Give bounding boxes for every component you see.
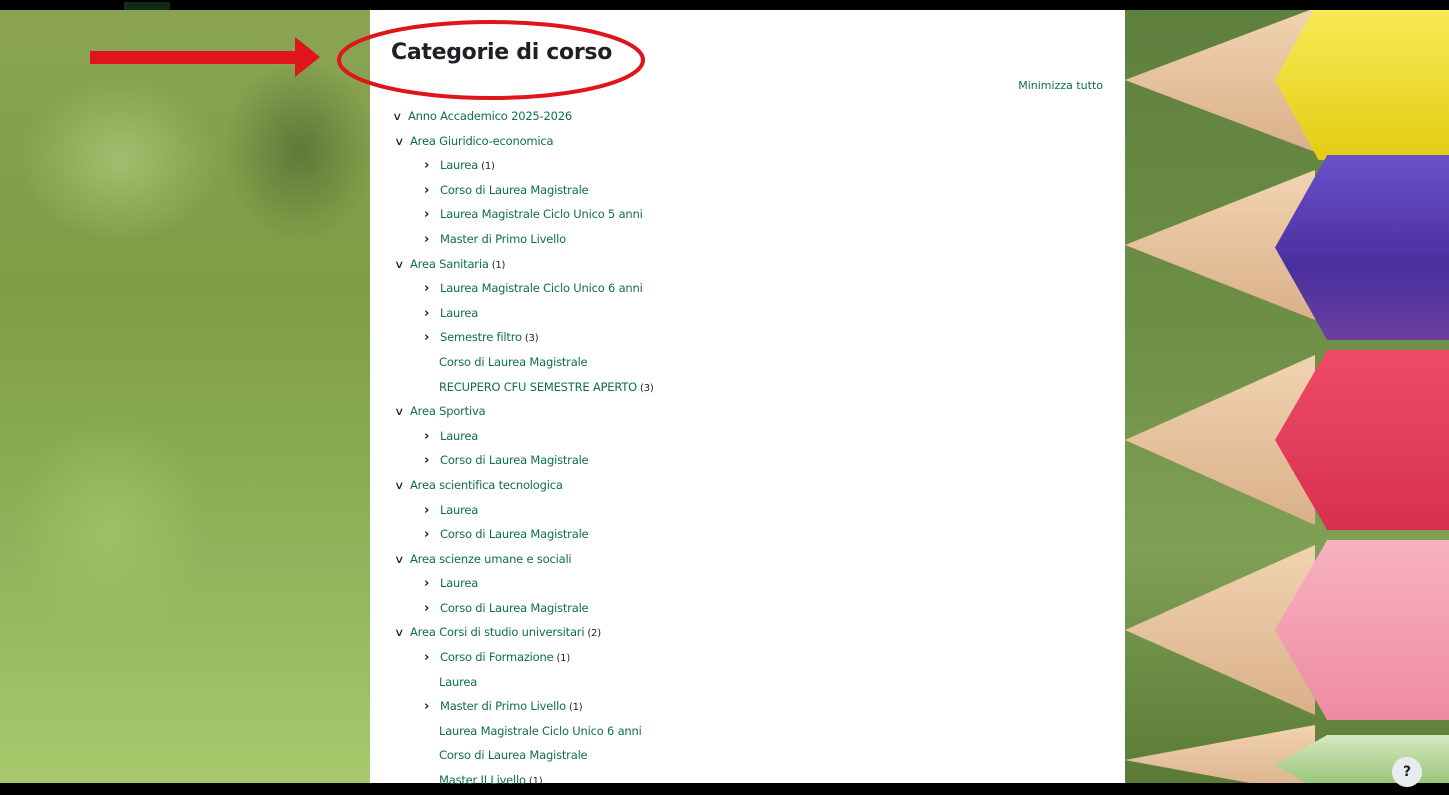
tree-row: ∨ Area Sportiva xyxy=(394,399,1094,424)
tree-row: › Corso di Formazione (1) xyxy=(394,645,1094,670)
category-link[interactable]: Corso di Laurea Magistrale xyxy=(439,748,588,762)
category-link[interactable]: Laurea xyxy=(440,306,478,320)
category-link[interactable]: Area scienze umane e sociali xyxy=(410,552,572,566)
category-link[interactable]: Laurea Magistrale Ciclo Unico 6 anni xyxy=(440,281,643,295)
chevron-right-icon[interactable]: › xyxy=(424,499,437,524)
category-link[interactable]: Area Giuridico-economica xyxy=(410,134,554,148)
chevron-right-icon[interactable]: › xyxy=(424,154,437,179)
category-link[interactable]: Laurea xyxy=(440,429,478,443)
course-count: (3) xyxy=(640,382,654,394)
chevron-right-icon[interactable]: › xyxy=(424,277,437,302)
category-link[interactable]: Master di Primo Livello xyxy=(440,699,566,713)
chevron-right-icon[interactable]: › xyxy=(424,523,437,548)
chevron-right-icon[interactable]: › xyxy=(424,203,437,228)
tree-row: › Master di Primo Livello (1) xyxy=(394,694,1094,719)
category-link[interactable]: Corso di Laurea Magistrale xyxy=(440,183,589,197)
tree-row: ∨ Area Corsi di studio universitari (2) xyxy=(394,620,1094,645)
annotation-arrow xyxy=(90,37,320,77)
tree-row: › Master di Primo Livello xyxy=(394,227,1094,252)
chevron-down-icon[interactable]: ∨ xyxy=(394,400,411,425)
chevron-right-icon[interactable]: › xyxy=(424,597,437,622)
background-image-left xyxy=(0,10,370,783)
chevron-right-icon[interactable]: › xyxy=(424,572,437,597)
chevron-down-icon[interactable]: ∨ xyxy=(394,474,411,499)
tree-row: › Corso di Laurea Magistrale xyxy=(394,448,1094,473)
tree-row: › Laurea Magistrale Ciclo Unico 5 anni xyxy=(394,202,1094,227)
tree-row: › Semestre filtro (3) xyxy=(394,325,1094,350)
collapse-all-link[interactable]: Minimizza tutto xyxy=(1018,79,1103,92)
tree-row: ∨ Area Giuridico-economica xyxy=(394,129,1094,154)
tree-row: ∨ Anno Accademico 2025-2026 xyxy=(392,104,1094,130)
course-count: (2) xyxy=(587,628,601,640)
category-link[interactable]: Laurea Magistrale Ciclo Unico 6 anni xyxy=(439,724,642,738)
tree-row: Corso di Laurea Magistrale xyxy=(394,350,1094,375)
course-count: (1) xyxy=(491,259,506,271)
chevron-down-icon[interactable]: ∨ xyxy=(394,548,411,573)
chevron-right-icon[interactable]: › xyxy=(424,179,437,204)
category-link[interactable]: Corso di Laurea Magistrale xyxy=(440,453,589,467)
tree-row: › Laurea xyxy=(394,571,1094,596)
pencil-yellow xyxy=(1125,10,1449,160)
chevron-down-icon[interactable]: ∨ xyxy=(392,105,409,130)
category-link[interactable]: Master II Livello xyxy=(439,773,526,787)
category-link[interactable]: Area scientifica tecnologica xyxy=(410,478,563,492)
course-count: (1) xyxy=(481,161,495,173)
background-image-right xyxy=(1125,10,1449,783)
tree-row: Laurea xyxy=(394,670,1094,695)
tree-row: › Laurea Magistrale Ciclo Unico 6 anni xyxy=(394,276,1094,301)
pencil-red xyxy=(1125,345,1449,535)
tree-row: Corso di Laurea Magistrale xyxy=(394,743,1094,768)
tree-row: RECUPERO CFU SEMESTRE APERTO (3) xyxy=(394,375,1094,400)
tree-row: Laurea Magistrale Ciclo Unico 6 anni xyxy=(394,719,1094,744)
category-link[interactable]: Area Corsi di studio universitari xyxy=(410,625,585,639)
tree-row: ∨ Area scienze umane e sociali xyxy=(394,547,1094,572)
category-link[interactable]: Area Sportiva xyxy=(410,404,486,418)
category-link[interactable]: Anno Accademico 2025-2026 xyxy=(408,109,572,123)
tree-row: › Corso di Laurea Magistrale xyxy=(394,178,1094,203)
top-bar xyxy=(0,0,1449,10)
tree-row: ∨ Area scientifica tecnologica xyxy=(394,473,1094,498)
tree-row: Master II Livello (1) xyxy=(394,768,1094,793)
main-panel: Categorie di corso Minimizza tutto ∨ Anno… xyxy=(370,10,1125,787)
course-count: (1) xyxy=(556,653,571,665)
tree-row: › Corso di Laurea Magistrale xyxy=(394,596,1094,621)
pencil-purple xyxy=(1125,150,1449,345)
tree-row: › Laurea xyxy=(394,498,1094,523)
category-tree: ∨ Anno Accademico 2025-2026 ∨ Area Giuridic… xyxy=(392,104,1094,793)
tree-row: › Laurea xyxy=(394,424,1094,449)
category-link[interactable]: Laurea xyxy=(439,675,477,689)
tree-row: › Corso di Laurea Magistrale xyxy=(394,522,1094,547)
category-link[interactable]: Corso di Formazione xyxy=(440,650,554,664)
top-bar-chip xyxy=(124,2,170,10)
category-link[interactable]: Master di Primo Livello xyxy=(440,232,566,246)
category-link[interactable]: Corso di Laurea Magistrale xyxy=(439,355,588,369)
chevron-right-icon[interactable]: › xyxy=(424,425,437,450)
chevron-right-icon[interactable]: › xyxy=(424,326,437,351)
chevron-right-icon[interactable]: › xyxy=(424,646,437,671)
category-link[interactable]: Laurea xyxy=(440,158,478,172)
chevron-right-icon[interactable]: › xyxy=(424,302,437,327)
tree-row: ∨ Area Sanitaria (1) xyxy=(394,252,1094,277)
course-count: (1) xyxy=(568,702,583,714)
chevron-down-icon[interactable]: ∨ xyxy=(394,253,411,278)
chevron-right-icon[interactable]: › xyxy=(424,449,437,474)
category-link[interactable]: Area Sanitaria xyxy=(410,257,489,271)
category-link[interactable]: Corso di Laurea Magistrale xyxy=(440,527,589,541)
category-link[interactable]: Laurea Magistrale Ciclo Unico 5 anni xyxy=(440,207,643,221)
category-link[interactable]: Laurea xyxy=(440,576,478,590)
chevron-down-icon[interactable]: ∨ xyxy=(394,130,411,155)
pencil-pink xyxy=(1125,535,1449,725)
tree-row: › Laurea (1) xyxy=(394,153,1094,178)
chevron-right-icon[interactable]: › xyxy=(424,228,437,253)
category-link[interactable]: Laurea xyxy=(440,503,478,517)
course-count: (1) xyxy=(528,776,543,788)
category-link[interactable]: Semestre filtro xyxy=(440,330,522,344)
chevron-down-icon[interactable]: ∨ xyxy=(394,621,411,646)
chevron-right-icon[interactable]: › xyxy=(424,695,437,720)
course-count: (3) xyxy=(524,333,539,345)
category-link[interactable]: Corso di Laurea Magistrale xyxy=(440,601,589,615)
tree-row: › Laurea xyxy=(394,301,1094,326)
category-link[interactable]: RECUPERO CFU SEMESTRE APERTO xyxy=(439,380,637,394)
annotation-ellipse xyxy=(337,20,645,100)
